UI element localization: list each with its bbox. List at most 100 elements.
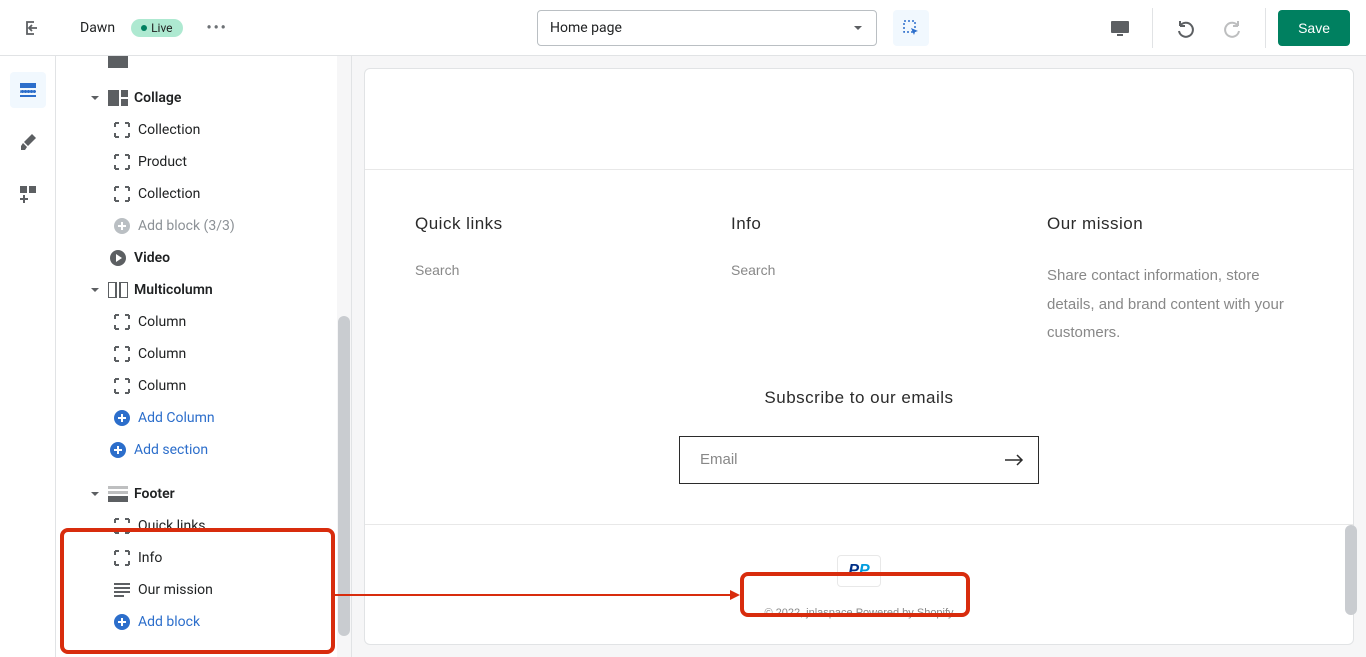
tree-item-collage-child-0[interactable]: Collection bbox=[56, 114, 351, 146]
scrollbar-thumb[interactable] bbox=[1345, 525, 1357, 615]
tree-label: Our mission bbox=[138, 582, 213, 598]
tree-item-collage[interactable]: Collage bbox=[56, 82, 351, 114]
section-tree[interactable]: Collage Collection Product Collection Ad… bbox=[56, 56, 352, 657]
block-icon bbox=[112, 376, 132, 396]
status-badge: Live bbox=[131, 19, 182, 37]
tree-item-multicolumn-child-0[interactable]: Column bbox=[56, 306, 351, 338]
email-form: Email bbox=[679, 436, 1039, 484]
tree-item-collage-child-2[interactable]: Collection bbox=[56, 178, 351, 210]
footer-text: Share contact information, store details… bbox=[1047, 262, 1303, 348]
scrollbar-thumb[interactable] bbox=[338, 316, 350, 636]
play-circle-icon bbox=[108, 248, 128, 268]
tree-label: Collection bbox=[138, 186, 200, 202]
undo-icon bbox=[1175, 18, 1195, 38]
tree-label: Add block (3/3) bbox=[138, 218, 235, 234]
tree-item-video[interactable]: Video bbox=[56, 242, 351, 274]
footer-column-1: Quick links Search bbox=[415, 214, 671, 348]
block-icon bbox=[112, 152, 132, 172]
inspector-button[interactable] bbox=[893, 10, 929, 46]
tree-item-prev[interactable] bbox=[56, 64, 351, 82]
tree-label: Column bbox=[138, 346, 186, 362]
tree-item-multicolumn[interactable]: Multicolumn bbox=[56, 274, 351, 306]
footer-link[interactable]: Search bbox=[731, 262, 987, 278]
paypal-icon: P bbox=[848, 562, 859, 579]
block-icon bbox=[112, 312, 132, 332]
footer-icon bbox=[108, 484, 128, 504]
section-icon bbox=[108, 56, 128, 72]
tree-label: Column bbox=[138, 378, 186, 394]
tree-label: Multicolumn bbox=[134, 282, 213, 298]
tree-label: Collection bbox=[138, 122, 200, 138]
sections-icon bbox=[18, 80, 38, 100]
block-icon bbox=[112, 120, 132, 140]
divider bbox=[1152, 8, 1153, 48]
save-button[interactable]: Save bbox=[1278, 10, 1350, 46]
inspector-icon bbox=[901, 18, 921, 38]
rail-theme-button[interactable] bbox=[10, 124, 46, 160]
apps-icon bbox=[18, 184, 38, 204]
caret-down-icon[interactable] bbox=[88, 283, 102, 297]
rail-apps-button[interactable] bbox=[10, 176, 46, 212]
desktop-icon bbox=[1110, 20, 1130, 36]
tree-label: Product bbox=[138, 154, 187, 170]
more-button[interactable]: ••• bbox=[199, 16, 236, 40]
tree-item-multicolumn-child-1[interactable]: Column bbox=[56, 338, 351, 370]
tree-item-collage-add: Add block (3/3) bbox=[56, 210, 351, 242]
email-input[interactable]: Email bbox=[680, 437, 990, 483]
email-submit-button[interactable] bbox=[990, 437, 1038, 483]
block-icon bbox=[112, 548, 132, 568]
sidebar-scrollbar[interactable] bbox=[337, 56, 351, 657]
canvas-scrollbar[interactable] bbox=[1348, 68, 1362, 645]
page-selector[interactable]: Home page bbox=[537, 10, 877, 46]
tree-label: Quick links bbox=[138, 518, 206, 534]
caret-down-icon[interactable] bbox=[88, 487, 102, 501]
plus-circle-icon bbox=[112, 612, 132, 632]
exit-icon bbox=[22, 18, 42, 38]
footer-heading: Info bbox=[731, 214, 987, 234]
redo-icon bbox=[1223, 18, 1243, 38]
tree-label: Add Column bbox=[138, 410, 215, 426]
site-preview[interactable]: Quick links Search Info Search Our missi… bbox=[364, 68, 1354, 645]
columns-icon bbox=[108, 280, 128, 300]
top-bar: Dawn Live ••• Home page Save bbox=[0, 0, 1366, 56]
tree-item-footer[interactable]: Footer bbox=[56, 478, 351, 510]
preview-footer-bottom: PP © 2022, jnlaspace Powered by Shopify bbox=[365, 524, 1353, 639]
rail-sections-button[interactable] bbox=[10, 72, 46, 108]
caret-down-icon[interactable] bbox=[88, 91, 102, 105]
tree-label: Footer bbox=[134, 486, 175, 502]
tree-item-footer-child-1[interactable]: Info bbox=[56, 542, 351, 574]
tree-item-collage-child-1[interactable]: Product bbox=[56, 146, 351, 178]
arrow-right-icon bbox=[1004, 454, 1024, 466]
plus-circle-icon bbox=[112, 216, 132, 236]
exit-button[interactable] bbox=[16, 12, 48, 44]
text-icon bbox=[112, 580, 132, 600]
theme-name: Dawn bbox=[80, 20, 115, 36]
plus-circle-icon bbox=[108, 440, 128, 460]
tree-item-footer-child-2[interactable]: Our mission bbox=[56, 574, 351, 606]
paypal-icon: P bbox=[859, 562, 870, 579]
viewport-button[interactable] bbox=[1100, 8, 1140, 48]
subscribe-title: Subscribe to our emails bbox=[365, 388, 1353, 408]
tree-item-multicolumn-child-2[interactable]: Column bbox=[56, 370, 351, 402]
divider bbox=[1265, 8, 1266, 48]
undo-button[interactable] bbox=[1165, 8, 1205, 48]
footer-heading: Quick links bbox=[415, 214, 671, 234]
footer-link[interactable]: Search bbox=[415, 262, 671, 278]
collage-icon bbox=[108, 88, 128, 108]
footer-heading: Our mission bbox=[1047, 214, 1303, 234]
tree-item-multicolumn-add[interactable]: Add Column bbox=[56, 402, 351, 434]
tree-label: Collage bbox=[134, 90, 181, 106]
tree-label: Video bbox=[134, 250, 170, 266]
block-icon bbox=[112, 344, 132, 364]
tree-item-add-section[interactable]: Add section bbox=[56, 434, 351, 466]
tree-item-footer-add[interactable]: Add block bbox=[56, 606, 351, 638]
copyright-text: © 2022, jnlaspace Powered by Shopify bbox=[365, 607, 1353, 619]
page-selector-label: Home page bbox=[550, 20, 622, 36]
tree-label: Info bbox=[138, 550, 162, 566]
chevron-down-icon bbox=[852, 22, 864, 34]
redo-button[interactable] bbox=[1213, 8, 1253, 48]
tree-item-footer-child-0[interactable]: Quick links bbox=[56, 510, 351, 542]
tree-label: Column bbox=[138, 314, 186, 330]
footer-column-2: Info Search bbox=[731, 214, 987, 348]
block-icon bbox=[112, 516, 132, 536]
